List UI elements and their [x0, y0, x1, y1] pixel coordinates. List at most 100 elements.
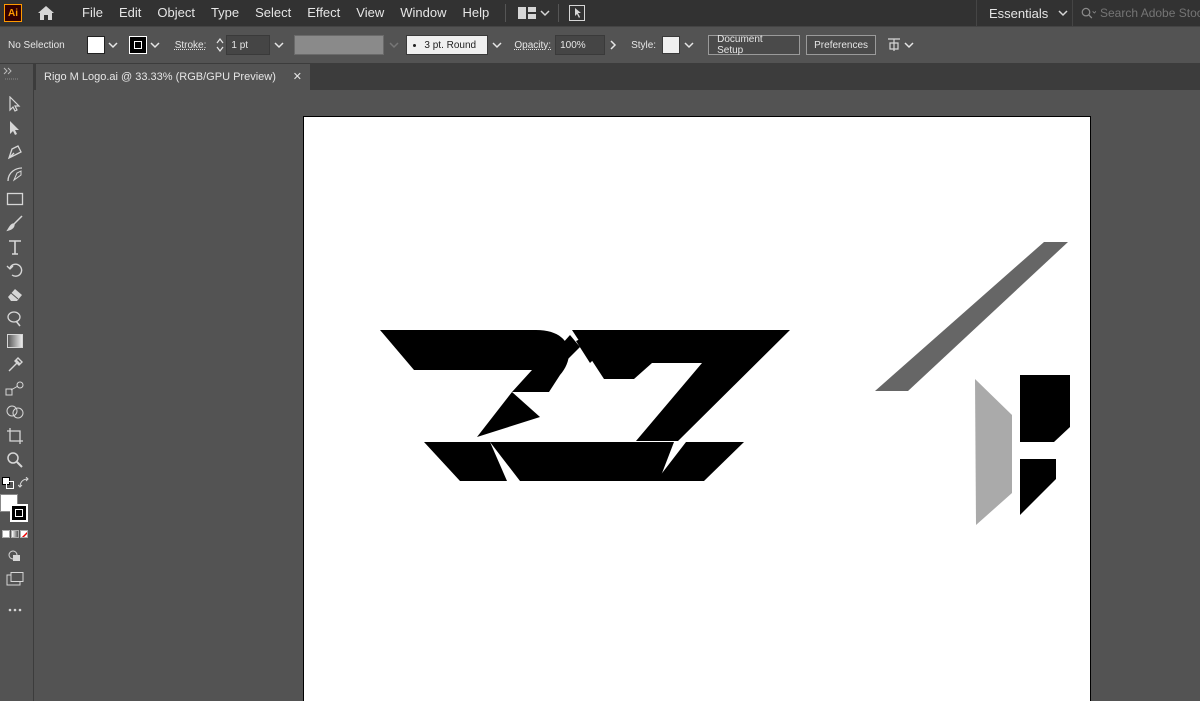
eraser-tool-icon[interactable] — [4, 284, 26, 304]
opacity-expand[interactable] — [605, 36, 621, 54]
workspace-label: Essentials — [989, 5, 1049, 21]
menu-effect[interactable]: Effect — [299, 0, 348, 26]
rm-logo — [380, 330, 790, 481]
menu-object[interactable]: Object — [149, 0, 203, 26]
menu-window[interactable]: Window — [392, 0, 454, 26]
rotate-tool-icon[interactable] — [4, 260, 26, 280]
chevron-down-icon — [1058, 10, 1068, 17]
color-mode-buttons — [2, 530, 30, 540]
chevron-down-icon — [216, 46, 224, 52]
brush-definition-field[interactable]: 3 pt. Round — [406, 35, 489, 55]
menu-select[interactable]: Select — [247, 0, 299, 26]
gradient-mode-icon[interactable] — [11, 530, 19, 538]
eyedropper-tool-icon[interactable] — [4, 355, 26, 375]
document-tab-title: Rigo M Logo.ai @ 33.33% (RGB/GPU Preview… — [44, 71, 276, 83]
opacity-field[interactable]: 100% — [555, 35, 606, 55]
canvas-area[interactable] — [35, 90, 1200, 701]
zoom-tool-icon[interactable] — [4, 450, 26, 470]
search-input[interactable] — [1100, 6, 1200, 20]
menu-bar: Ai File Edit Object Type Select Effect V… — [0, 0, 1200, 26]
arrange-documents-button[interactable] — [518, 7, 550, 19]
black-block-shape — [1020, 375, 1070, 442]
document-tab[interactable]: Rigo M Logo.ai @ 33.33% (RGB/GPU Preview… — [36, 64, 310, 90]
artboard-tool-icon[interactable] — [4, 426, 26, 446]
chevron-down-icon — [684, 42, 694, 49]
stroke-weight-dropdown[interactable] — [270, 36, 288, 54]
fill-stroke-widget[interactable] — [0, 494, 30, 524]
type-tool-icon[interactable] — [4, 237, 26, 257]
default-colors-icon[interactable] — [2, 476, 14, 489]
menu-file[interactable]: File — [74, 0, 111, 26]
drawing-mode-icon[interactable] — [4, 546, 26, 566]
stroke-dropdown[interactable] — [147, 36, 163, 54]
tools-panel — [0, 64, 34, 701]
control-bar: No Selection Stroke: 1 pt 3 pt. Round Op… — [0, 26, 1200, 64]
rectangle-tool-icon[interactable] — [4, 189, 26, 209]
screen-mode-icon[interactable] — [4, 569, 26, 589]
stock-search — [1072, 0, 1200, 26]
gradient-tool-icon[interactable] — [4, 331, 26, 351]
direct-selection-tool-icon[interactable] — [4, 118, 26, 138]
logo-r-bar — [380, 330, 569, 392]
gpu-performance-icon[interactable] — [567, 3, 587, 23]
curvature-tool-icon[interactable] — [4, 165, 26, 185]
menu-view[interactable]: View — [348, 0, 392, 26]
stroke-swatch-inner — [133, 41, 142, 49]
panel-grip-icon[interactable] — [2, 66, 32, 82]
paintbrush-tool-icon[interactable] — [4, 213, 26, 233]
stroke-weight-stepper[interactable] — [214, 35, 226, 55]
graphic-style-swatch[interactable] — [662, 36, 681, 54]
stroke-label[interactable]: Stroke: — [175, 40, 207, 51]
chevron-right-icon — [610, 40, 617, 50]
style-label: Style: — [631, 39, 657, 51]
color-mode-icon[interactable] — [2, 530, 10, 538]
home-icon[interactable] — [36, 3, 56, 23]
brush-dot-icon — [413, 43, 417, 47]
chevron-down-icon — [492, 42, 502, 49]
more-tools-icon[interactable] — [4, 600, 26, 620]
selection-tool-icon[interactable] — [4, 94, 26, 114]
swap-colors-icon[interactable] — [17, 476, 30, 488]
menu-type[interactable]: Type — [203, 0, 247, 26]
menu-edit[interactable]: Edit — [111, 0, 149, 26]
stroke-weight-field[interactable]: 1 pt — [226, 35, 271, 55]
main-menu: File Edit Object Type Select Effect View… — [74, 0, 497, 26]
brush-dropdown[interactable] — [488, 36, 506, 54]
document-setup-button[interactable]: Document Setup — [708, 34, 801, 56]
workspace-switcher[interactable]: Essentials — [976, 0, 1068, 26]
blend-tool-icon[interactable] — [4, 379, 26, 399]
document-tab-bar: Rigo M Logo.ai @ 33.33% (RGB/GPU Preview… — [0, 64, 1200, 90]
artboard[interactable] — [303, 116, 1091, 701]
pen-tool-icon[interactable] — [4, 142, 26, 162]
logo-r-leg — [477, 392, 540, 437]
dark-gray-slash-shape — [875, 242, 1068, 391]
menu-divider — [558, 4, 560, 22]
fill-swatch[interactable] — [86, 36, 105, 54]
selection-status: No Selection — [8, 39, 65, 51]
close-icon[interactable]: ✕ — [293, 70, 302, 83]
menu-help[interactable]: Help — [454, 0, 497, 26]
chevron-down-icon — [904, 42, 914, 49]
brush-label: 3 pt. Round — [424, 39, 477, 51]
preferences-button[interactable]: Preferences — [806, 35, 877, 55]
fill-dropdown[interactable] — [105, 36, 121, 54]
chevron-down-icon — [540, 10, 550, 17]
illustrator-window: Ai File Edit Object Type Select Effect V… — [0, 0, 1200, 701]
menu-divider — [505, 4, 507, 22]
variable-width-dropdown[interactable] — [384, 36, 404, 54]
shape-builder-tool-icon[interactable] — [4, 402, 26, 422]
warp-tool-icon[interactable] — [4, 308, 26, 328]
arrange-documents-icon — [518, 7, 537, 19]
none-mode-icon[interactable] — [20, 530, 28, 538]
light-gray-panel-shape — [975, 379, 1012, 525]
arrange-icon[interactable] — [886, 37, 914, 53]
black-lower-shape — [1020, 459, 1056, 515]
graphic-style-dropdown[interactable] — [680, 36, 698, 54]
opacity-label[interactable]: Opacity: — [514, 40, 551, 51]
stroke-swatch[interactable] — [128, 36, 147, 54]
variable-width-profile[interactable] — [294, 35, 385, 55]
stroke-color-box[interactable] — [10, 504, 28, 522]
chevron-down-icon — [150, 42, 160, 49]
chevron-down-icon — [389, 42, 399, 49]
artwork — [380, 242, 1070, 525]
